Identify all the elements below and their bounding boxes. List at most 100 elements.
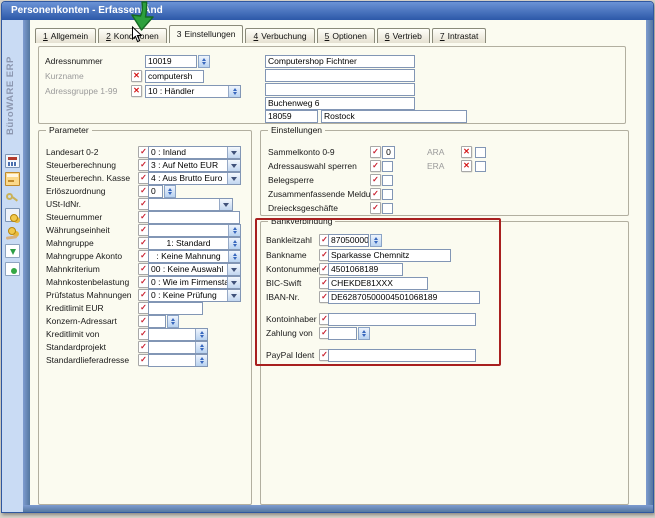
spin-up-icon <box>233 86 237 91</box>
field-value: 3 : Auf Netto EUR <box>149 160 227 171</box>
field-value: 10 : Händler <box>146 86 228 97</box>
einstellungen-checkbox[interactable] <box>382 203 393 214</box>
spin-down-icon <box>200 348 204 353</box>
edit-check-icon[interactable]: ✓ <box>370 202 381 214</box>
parameter-dropdown[interactable]: 0 : Keine Prüfung <box>148 289 241 302</box>
field-value: 0 : Inland <box>149 147 227 158</box>
field-value: Buchenweg 6 <box>266 98 414 109</box>
parameter-input[interactable] <box>148 315 166 328</box>
field-value: 00 : Keine Auswahl <box>149 264 227 275</box>
einstellungen-checkbox[interactable] <box>475 161 486 172</box>
address-input[interactable]: 10 : Händler <box>145 85 241 98</box>
edit-check-icon[interactable]: ✓ <box>370 146 381 158</box>
einstellungen-checkbox[interactable] <box>382 161 393 172</box>
spinner-button[interactable] <box>195 329 207 340</box>
parameter-dropdown[interactable]: 4 : Aus Brutto Euro <box>148 172 241 185</box>
edit-check-icon[interactable]: ✓ <box>370 160 381 172</box>
key-icon[interactable] <box>5 190 20 204</box>
field-value <box>149 342 195 353</box>
parameter-dropdown[interactable]: 3 : Auf Netto EUR <box>148 159 241 172</box>
tab-allgemein[interactable]: 1Allgemein <box>35 28 96 43</box>
dropdown-button[interactable] <box>227 147 240 158</box>
einstellungen-checkbox[interactable] <box>382 189 393 200</box>
spinner-button[interactable] <box>198 55 210 68</box>
address-input[interactable]: 10019 <box>145 55 197 68</box>
edit-check-icon[interactable]: ✓ <box>370 174 381 186</box>
spinner-button[interactable] <box>167 315 179 328</box>
city-field[interactable]: Rostock <box>321 110 467 123</box>
page-new-icon[interactable] <box>5 262 20 276</box>
brand-text: BüroWARE ERP <box>5 48 19 143</box>
spinner-button[interactable] <box>195 342 207 353</box>
name2-field[interactable] <box>265 69 415 82</box>
tab-optionen[interactable]: 5Optionen <box>317 28 375 43</box>
field-value <box>149 212 239 223</box>
parameter-label: Erlöszuordnung <box>46 185 106 198</box>
screen: Personenkonten - Erfassen/Änd BüroWARE E… <box>0 0 655 518</box>
field-value: 18059 <box>266 111 317 122</box>
page-export-icon[interactable] <box>5 244 20 258</box>
spin-down-icon <box>233 244 237 249</box>
tab-einstellungen[interactable]: 3Einstellungen <box>169 25 244 43</box>
dropdown-button[interactable] <box>227 173 240 184</box>
street-field[interactable]: Buchenweg 6 <box>265 97 415 110</box>
zip-field[interactable]: 18059 <box>265 110 318 123</box>
field-value: 1: Standard <box>149 238 228 249</box>
spinner-button[interactable] <box>164 185 176 198</box>
parameter-dropdown[interactable]: 00 : Keine Auswahl <box>148 263 241 276</box>
parameter-input[interactable]: 0 <box>148 185 163 198</box>
field-value <box>149 329 195 340</box>
spinner-button[interactable] <box>195 355 207 366</box>
edit-check-icon[interactable]: ✓ <box>370 188 381 200</box>
spin-up-icon <box>233 225 237 230</box>
einstellungen-checkbox[interactable] <box>475 147 486 158</box>
parameter-input[interactable] <box>148 211 240 224</box>
parameter-label: Konzern-Adressart <box>46 315 117 328</box>
tab-verbuchung[interactable]: 4Verbuchung <box>245 28 314 43</box>
cash-register-icon[interactable] <box>5 208 20 222</box>
parameter-input[interactable] <box>148 328 208 341</box>
tab-intrastat[interactable]: 7Intrastat <box>432 28 486 43</box>
parameter-input[interactable] <box>148 224 241 237</box>
field-value <box>149 303 202 314</box>
name1-field[interactable]: Computershop Fichtner <box>265 55 415 68</box>
address-input[interactable]: computersh <box>145 70 204 83</box>
tab-vertrieb[interactable]: 6Vertrieb <box>377 28 430 43</box>
calculator-icon[interactable] <box>5 154 20 168</box>
dropdown-button[interactable] <box>227 264 240 275</box>
name3-field[interactable] <box>265 83 415 96</box>
einstellungen-checkbox[interactable] <box>382 175 393 186</box>
form-editor-icon[interactable] <box>5 172 20 186</box>
einstellungen-input[interactable]: 0 <box>382 146 395 159</box>
payment-coins-icon[interactable] <box>5 226 20 240</box>
clear-icon[interactable]: ✕ <box>461 160 472 172</box>
caret-down-icon <box>231 294 237 301</box>
parameter-input[interactable]: : Keine Mahnung <box>148 250 241 263</box>
spinner-button[interactable] <box>228 251 240 262</box>
clear-icon[interactable]: ✕ <box>461 146 472 158</box>
parameter-dropdown[interactable]: 0 : Wie im Firmenstamm eing <box>148 276 241 289</box>
parameter-input[interactable] <box>148 354 208 367</box>
dropdown-button[interactable] <box>227 277 240 288</box>
parameter-input[interactable] <box>148 302 203 315</box>
dropdown-button[interactable] <box>227 160 240 171</box>
spinner-button[interactable] <box>228 225 240 236</box>
dropdown-button[interactable] <box>219 199 232 210</box>
spinner-button[interactable] <box>228 238 240 249</box>
parameter-label: Währungseinheit <box>46 224 110 237</box>
dropdown-button[interactable] <box>227 290 240 301</box>
caret-down-icon <box>231 177 237 184</box>
clear-icon[interactable]: ✕ <box>131 70 142 82</box>
left-accent-bar <box>23 20 30 512</box>
spinner-button[interactable] <box>228 86 240 97</box>
spin-up-icon <box>200 329 204 334</box>
parameter-input[interactable]: 1: Standard <box>148 237 241 250</box>
window-titlebar[interactable]: Personenkonten - Erfassen/Änd <box>2 2 653 20</box>
clear-icon[interactable]: ✕ <box>131 85 142 97</box>
parameter-input[interactable] <box>148 341 208 354</box>
parameter-label: Steuernummer <box>46 211 102 224</box>
parameter-dropdown[interactable] <box>148 198 233 211</box>
tab-label: Verbuchung <box>261 31 306 41</box>
parameter-dropdown[interactable]: 0 : Inland <box>148 146 241 159</box>
field-value <box>149 355 195 366</box>
